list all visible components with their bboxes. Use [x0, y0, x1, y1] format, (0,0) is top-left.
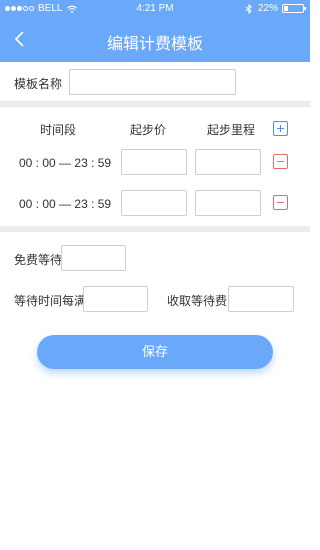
time-start: 00 : 00 — [19, 156, 56, 170]
minus-square-icon[interactable] — [273, 154, 288, 169]
start-distance-input[interactable] — [195, 190, 261, 216]
time-end: 23 : 59 — [74, 197, 112, 211]
free-wait-label: 免费等待 — [14, 253, 63, 267]
section-divider — [0, 101, 310, 107]
section-divider — [0, 226, 310, 232]
save-button[interactable]: 保存 — [37, 335, 273, 369]
start-distance-input[interactable] — [195, 149, 261, 175]
header-start-price: 起步价 — [130, 123, 167, 137]
wait-fee-label: 收取等待费 — [167, 294, 228, 308]
battery-percent: 22% — [257, 3, 278, 14]
page-title: 编辑计费模板 — [106, 36, 203, 53]
time-separator: — — [59, 156, 72, 170]
minus-square-icon[interactable] — [273, 195, 288, 210]
status-bar: BELL 4:21 PM 22% — [0, 0, 310, 18]
wait-interval-label: 等待时间每满 — [14, 294, 87, 308]
header-start-distance: 起步里程 — [207, 123, 256, 137]
template-name-input[interactable] — [69, 69, 236, 95]
template-name-label: 模板名称 — [14, 77, 63, 91]
top-bar: BELL 4:21 PM 22% 编辑计费模板 — [0, 0, 310, 62]
time-range[interactable]: 00 : 00 — 23 : 59 — [19, 197, 111, 211]
header-time-period: 时间段 — [40, 123, 77, 137]
time-end: 23 : 59 — [74, 156, 112, 170]
bluetooth-icon — [245, 3, 252, 14]
time-range[interactable]: 00 : 00 — 23 : 59 — [19, 156, 111, 170]
free-wait-input[interactable] — [61, 245, 126, 271]
battery-icon — [282, 4, 306, 13]
wait-fee-input[interactable] — [228, 286, 294, 312]
start-price-input[interactable] — [121, 149, 187, 175]
nav-bar: 编辑计费模板 — [0, 18, 310, 62]
template-name-row: 模板名称 — [0, 62, 310, 101]
start-price-input[interactable] — [121, 190, 187, 216]
plus-square-icon[interactable] — [273, 121, 288, 136]
status-right: 22% — [245, 3, 306, 14]
time-separator: — — [59, 197, 72, 211]
time-start: 00 : 00 — [19, 197, 56, 211]
wait-interval-input[interactable] — [83, 286, 148, 312]
